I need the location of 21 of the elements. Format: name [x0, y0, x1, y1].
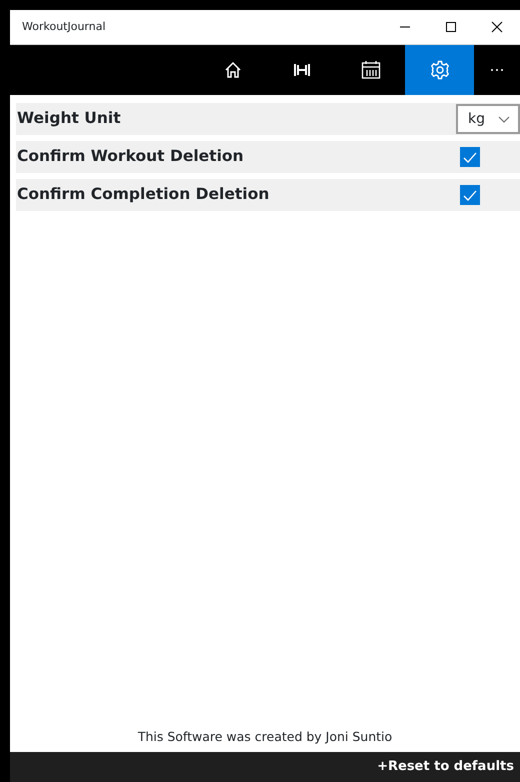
maximize-icon	[445, 21, 457, 33]
setting-label: Confirm Workout Deletion	[16, 146, 244, 168]
calendar-icon	[360, 60, 380, 80]
checkbox[interactable]	[460, 147, 480, 167]
setting-label: Confirm Completion Deletion	[16, 184, 270, 206]
unit-dropdown[interactable]: kg	[456, 104, 520, 134]
reset-button[interactable]: +Reset to defaults	[371, 757, 520, 777]
window-title: WorkoutJournal	[21, 18, 107, 35]
checkmark-icon	[463, 190, 477, 200]
minimize-icon	[399, 26, 411, 28]
more-icon	[490, 68, 504, 72]
settings-icon	[430, 60, 450, 80]
setting-label: Weight Unit	[16, 108, 121, 130]
home-icon	[224, 61, 242, 79]
dropdown-value: kg	[468, 110, 485, 128]
credit-text: This Software was created by Joni Suntio	[136, 728, 394, 746]
checkbox[interactable]	[460, 185, 480, 205]
close-icon	[491, 21, 503, 33]
checkmark-icon	[463, 152, 477, 162]
chevron-down-icon	[498, 116, 510, 122]
dumbbell-icon	[292, 63, 310, 77]
